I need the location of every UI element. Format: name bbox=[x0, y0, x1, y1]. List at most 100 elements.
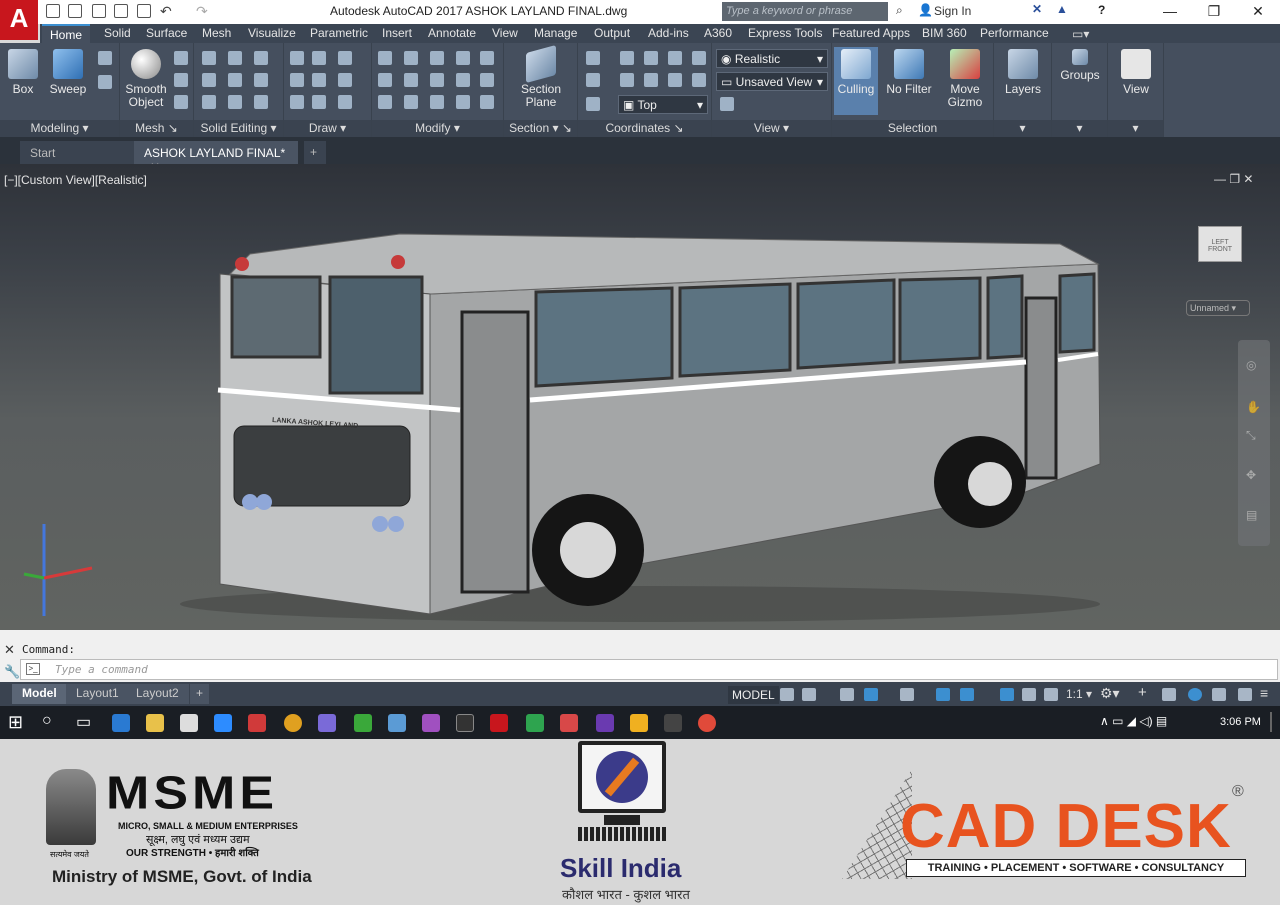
showmotion-icon[interactable]: ▤ bbox=[1246, 508, 1257, 522]
tab-insert[interactable]: Insert bbox=[374, 24, 420, 43]
app-d-icon[interactable] bbox=[456, 714, 474, 732]
tab-add-ins[interactable]: Add-ins bbox=[640, 24, 697, 43]
windows-start-icon[interactable]: ⊞ bbox=[8, 712, 23, 733]
smooth-object-button[interactable]: Smooth Object bbox=[122, 49, 170, 109]
line-icon[interactable] bbox=[312, 73, 326, 87]
search-input[interactable]: Type a keyword or phrase bbox=[722, 2, 888, 21]
layers-button[interactable]: Layers bbox=[998, 49, 1048, 96]
view-direction-dropdown[interactable]: ▣ Top ▾ bbox=[618, 95, 708, 114]
fillet-icon[interactable] bbox=[378, 73, 392, 87]
tab-visualize[interactable]: Visualize bbox=[240, 24, 304, 43]
model-space-button[interactable]: MODEL bbox=[728, 686, 779, 704]
annotation-scale-icon[interactable] bbox=[1044, 688, 1058, 701]
tab-annotate[interactable]: Annotate bbox=[420, 24, 484, 43]
ucs-view-icon[interactable] bbox=[620, 73, 634, 87]
app-green-icon[interactable] bbox=[526, 714, 544, 732]
layout-tab-layout2[interactable]: Layout2 bbox=[126, 684, 189, 704]
pentagon-icon[interactable] bbox=[290, 95, 304, 109]
move-3d-icon[interactable] bbox=[378, 51, 392, 65]
panel-label-section[interactable]: Section ▾ ↘ bbox=[504, 120, 577, 137]
interfere-icon[interactable] bbox=[228, 95, 242, 109]
visual-style-dropdown[interactable]: ◉ Realistic ▾ bbox=[716, 49, 828, 68]
close-button[interactable]: ✕ bbox=[1238, 2, 1278, 22]
hardware-accel-icon[interactable] bbox=[1212, 688, 1226, 701]
add-layout-button[interactable]: + bbox=[190, 684, 210, 704]
pan-icon[interactable]: ✋ bbox=[1246, 400, 1261, 414]
groups-button[interactable]: Groups bbox=[1056, 49, 1104, 82]
polar-icon[interactable] bbox=[864, 688, 878, 701]
extract-edges-icon[interactable] bbox=[228, 51, 242, 65]
rotate-icon[interactable] bbox=[430, 73, 444, 87]
presspull-icon[interactable] bbox=[98, 75, 112, 89]
ortho-icon[interactable] bbox=[840, 688, 854, 701]
command-input[interactable]: Type a command bbox=[20, 659, 1278, 680]
exchange-icon[interactable]: ✕ bbox=[1032, 2, 1042, 16]
task-view-icon[interactable]: ▭ bbox=[76, 712, 91, 732]
chrome-icon[interactable] bbox=[284, 714, 302, 732]
minimize-button[interactable]: — bbox=[1150, 2, 1190, 22]
taskbar-clock[interactable]: 3:06 PM bbox=[1220, 716, 1261, 728]
ucs-3point-icon[interactable] bbox=[692, 73, 706, 87]
tab-performance[interactable]: Performance bbox=[972, 24, 1057, 43]
arc-icon[interactable] bbox=[338, 51, 352, 65]
align-icon[interactable] bbox=[404, 73, 418, 87]
ucs-origin-icon[interactable] bbox=[586, 73, 600, 87]
tab-express-tools[interactable]: Express Tools bbox=[740, 24, 830, 43]
app-blue-icon[interactable] bbox=[388, 714, 406, 732]
slice-icon[interactable] bbox=[228, 73, 242, 87]
extrude-faces-icon[interactable] bbox=[254, 51, 268, 65]
move-icon[interactable] bbox=[430, 51, 444, 65]
box-button[interactable]: Box bbox=[4, 49, 42, 96]
panel-label-modeling[interactable]: Modeling ▾ bbox=[0, 120, 119, 137]
scale-dropdown[interactable]: 1:1 ▾ bbox=[1066, 687, 1092, 701]
erase-icon[interactable] bbox=[378, 95, 392, 109]
ucs-face-icon[interactable] bbox=[668, 73, 682, 87]
tab-solid[interactable]: Solid bbox=[96, 24, 139, 43]
tab-home[interactable]: Home bbox=[42, 24, 91, 43]
app-colors-icon[interactable] bbox=[354, 714, 372, 732]
annotation-visibility-icon[interactable] bbox=[1000, 688, 1014, 701]
move-gizmo-button[interactable]: Move Gizmo bbox=[940, 49, 990, 109]
app-red-icon[interactable] bbox=[248, 714, 266, 732]
osnap-tracking-icon[interactable] bbox=[936, 688, 950, 701]
steering-wheel-icon[interactable]: ◎ bbox=[1246, 358, 1256, 372]
view2-expand[interactable]: ▾ bbox=[1108, 120, 1163, 137]
workspace-gear-icon[interactable]: ⚙▾ bbox=[1100, 685, 1120, 702]
doc-tab-active[interactable]: ASHOK LAYLAND FINAL* ✕ bbox=[134, 141, 298, 174]
ucs-icon-properties-icon[interactable] bbox=[586, 97, 600, 111]
isodraft-icon[interactable] bbox=[900, 688, 914, 701]
copy-icon[interactable] bbox=[456, 51, 470, 65]
ucs-object-icon[interactable] bbox=[644, 73, 658, 87]
annotation-monitor-icon[interactable]: + bbox=[1138, 684, 1147, 701]
panel-label-modify[interactable]: Modify ▾ bbox=[372, 120, 503, 137]
redo-icon[interactable]: ↷ bbox=[196, 3, 208, 20]
ucs-z-icon[interactable] bbox=[692, 51, 706, 65]
groups-expand[interactable]: ▾ bbox=[1052, 120, 1107, 137]
show-desktop-button[interactable] bbox=[1270, 712, 1272, 732]
app-purple-icon[interactable] bbox=[422, 714, 440, 732]
tab-surface[interactable]: Surface bbox=[138, 24, 195, 43]
a360-icon[interactable]: ▲ bbox=[1056, 2, 1068, 16]
ucs-icon[interactable] bbox=[586, 51, 600, 65]
circle-icon[interactable] bbox=[338, 73, 352, 87]
ucs-y-icon[interactable] bbox=[668, 51, 682, 65]
drawing-viewport[interactable]: [−][Custom View][Realistic] — ❐ ✕ LANKA … bbox=[0, 164, 1280, 630]
mirror-icon[interactable] bbox=[456, 73, 470, 87]
tab-mesh[interactable]: Mesh bbox=[194, 24, 239, 43]
layout-tab-layout1[interactable]: Layout1 bbox=[66, 684, 129, 704]
scale-icon[interactable] bbox=[404, 95, 418, 109]
tab-parametric[interactable]: Parametric bbox=[302, 24, 376, 43]
viewport-config-icon[interactable] bbox=[720, 97, 734, 111]
offset-icon[interactable] bbox=[480, 73, 494, 87]
mesh-smooth-more-icon[interactable] bbox=[174, 51, 188, 65]
panel-label-mesh[interactable]: Mesh ↘ bbox=[120, 120, 193, 137]
section-plane-button[interactable]: Section Plane bbox=[508, 44, 574, 109]
file-explorer-icon[interactable] bbox=[146, 714, 164, 732]
layout-tab-model[interactable]: Model bbox=[12, 684, 67, 704]
panel-label-view[interactable]: View ▾ bbox=[712, 120, 831, 137]
explode-icon[interactable] bbox=[430, 95, 444, 109]
bus-model[interactable] bbox=[0, 164, 1280, 630]
shell-icon[interactable] bbox=[254, 95, 268, 109]
point-icon[interactable] bbox=[338, 95, 352, 109]
union-icon[interactable] bbox=[202, 51, 216, 65]
